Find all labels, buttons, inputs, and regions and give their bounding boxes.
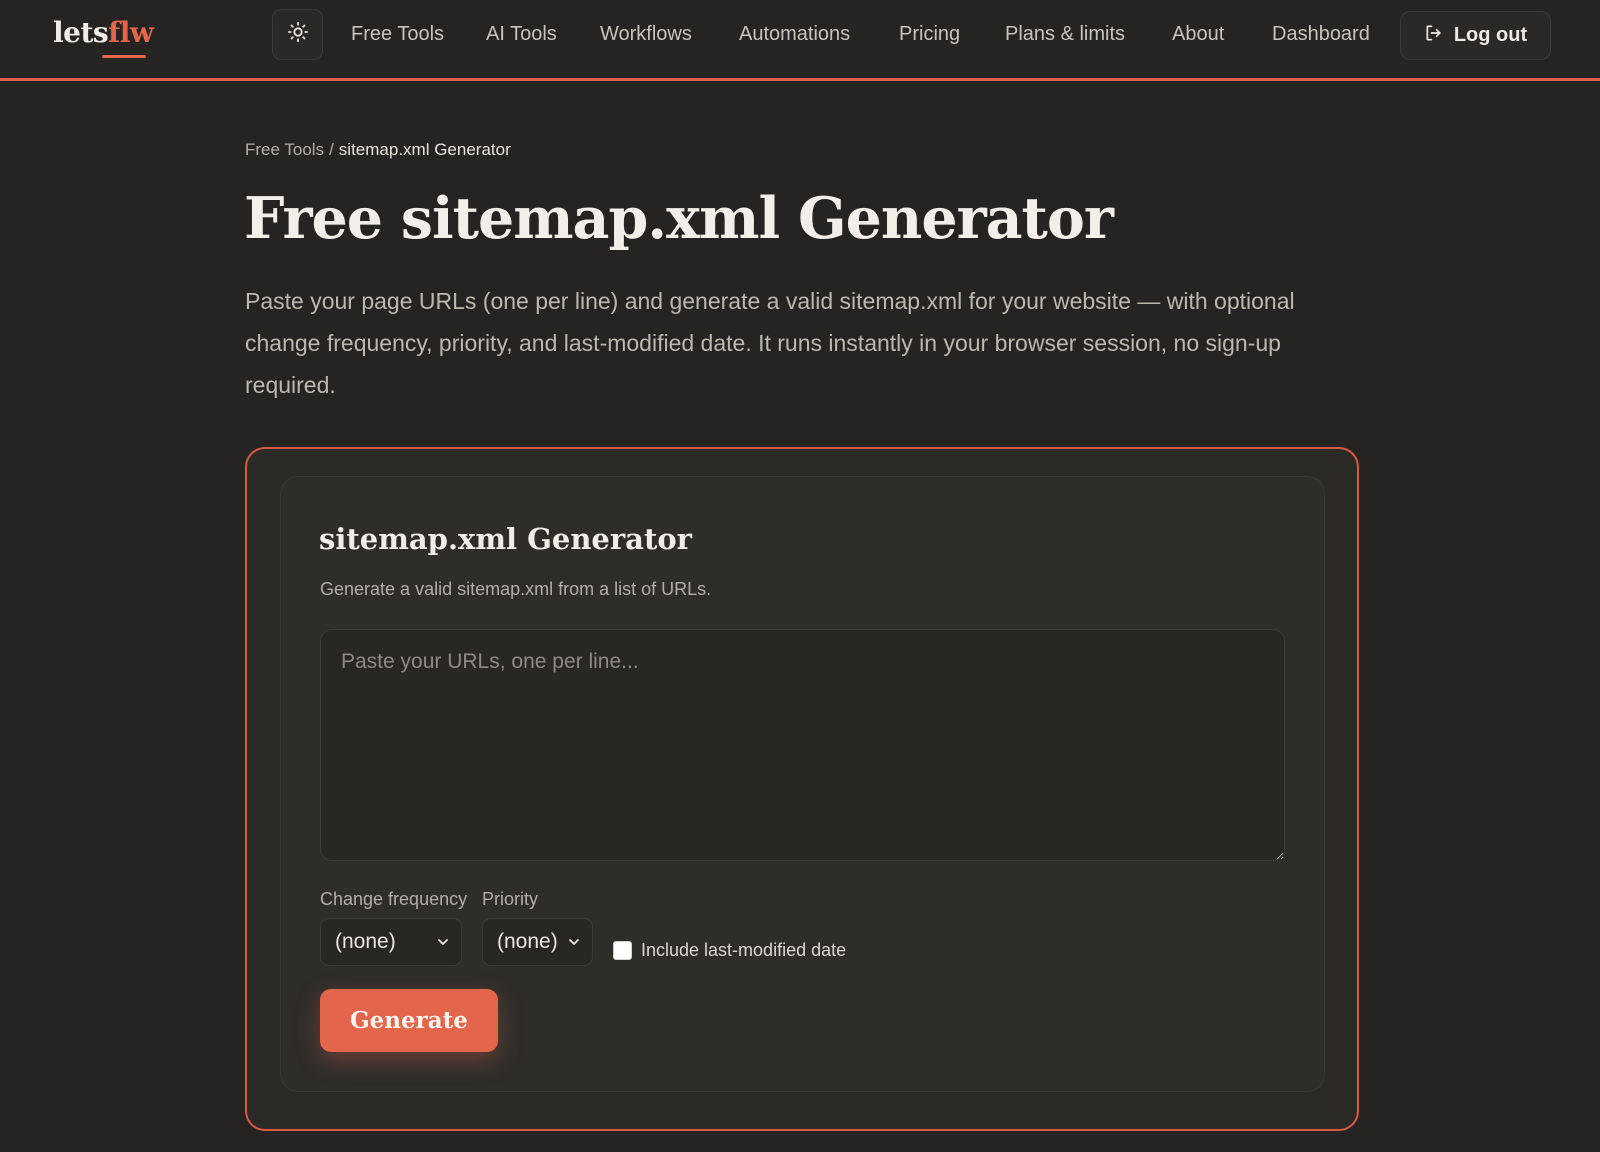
change-frequency-label: Change frequency	[320, 889, 468, 909]
nav-about[interactable]: About	[1172, 23, 1224, 46]
site-header: letsflw Free Tools AI Tools Workflows Au…	[0, 0, 1600, 81]
change-frequency-value: (none)	[335, 930, 396, 953]
lastmod-checkbox[interactable]	[613, 941, 632, 960]
priority-value: (none)	[497, 930, 558, 953]
breadcrumb: Free Tools / sitemap.xml Generator	[245, 140, 511, 160]
logout-button[interactable]: Log out	[1400, 11, 1551, 60]
priority-label: Priority	[482, 889, 539, 909]
generate-button[interactable]: Generate	[320, 989, 498, 1052]
logout-icon	[1424, 23, 1444, 49]
change-frequency-select[interactable]: (none)	[320, 918, 462, 966]
sun-icon	[287, 21, 309, 48]
urls-textarea[interactable]	[320, 629, 1285, 861]
lastmod-label: Include last-modified date	[641, 940, 847, 960]
breadcrumb-separator: /	[329, 140, 334, 159]
logo-text-lets: lets	[53, 16, 109, 49]
nav-pricing[interactable]: Pricing	[899, 23, 960, 46]
priority-select[interactable]: (none)	[482, 918, 593, 966]
breadcrumb-free-tools[interactable]: Free Tools	[245, 140, 324, 159]
nav-workflows[interactable]: Workflows	[600, 23, 692, 46]
nav-plans-limits[interactable]: Plans & limits	[1005, 23, 1125, 46]
tool-subtitle: Generate a valid sitemap.xml from a list…	[320, 579, 712, 599]
tool-title: sitemap.xml Generator	[319, 522, 692, 556]
chevron-down-icon	[437, 930, 449, 954]
nav-automations[interactable]: Automations	[739, 23, 850, 46]
logout-label: Log out	[1453, 24, 1528, 46]
lastmod-option[interactable]: Include last-modified date	[613, 940, 846, 961]
nav-ai-tools[interactable]: AI Tools	[486, 23, 557, 46]
logo-underline	[102, 55, 146, 58]
logo[interactable]: letsflw	[53, 16, 154, 49]
logo-text-flw: flw	[108, 16, 154, 49]
breadcrumb-current: sitemap.xml Generator	[338, 140, 511, 159]
page-intro: Paste your page URLs (one per line) and …	[245, 288, 1295, 398]
theme-toggle-button[interactable]	[272, 9, 323, 60]
nav-dashboard[interactable]: Dashboard	[1272, 23, 1370, 46]
nav-free-tools[interactable]: Free Tools	[351, 23, 444, 46]
chevron-down-icon	[568, 930, 580, 954]
page-title: Free sitemap.xml Generator	[244, 185, 1114, 252]
